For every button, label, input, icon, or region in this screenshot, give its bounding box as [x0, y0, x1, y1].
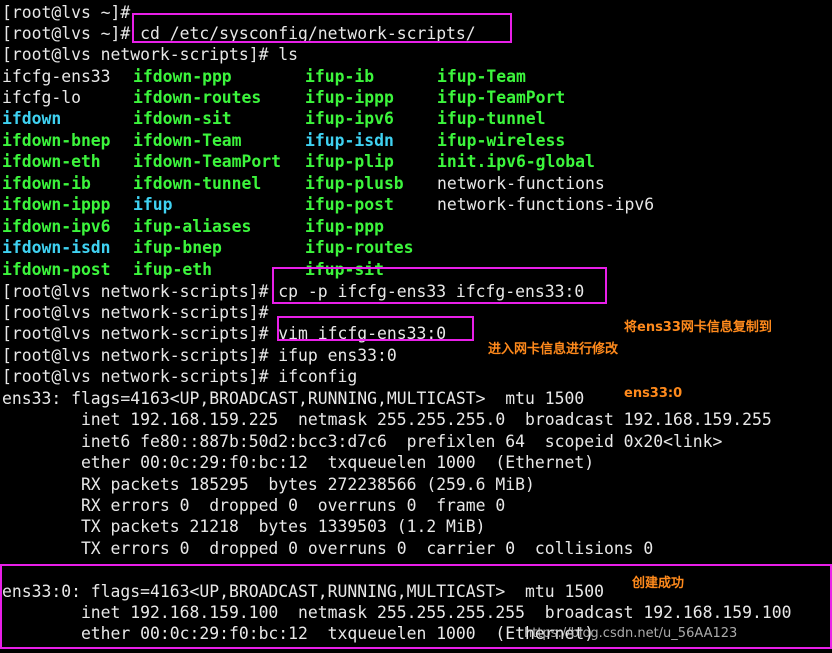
ls-entry: ifdown-ippp: [2, 195, 111, 214]
ifconfig-line: ens33:0: flags=4163<UP,BROADCAST,RUNNING…: [2, 582, 604, 601]
ls-entry: ifup-Team: [437, 67, 526, 86]
terminal-line: [root@lvs network-scripts]# ls: [2, 45, 299, 64]
copy-note: 将ens33网卡信息复制到 ens33:0: [624, 273, 772, 427]
ls-entry: ifcfg-ens33: [2, 67, 111, 86]
ls-entry: ifup-TeamPort: [437, 88, 566, 107]
ls-entry: ifup-sit: [305, 260, 384, 279]
ifconfig-line: ether 00:0c:29:f0:bc:12 txqueuelen 1000 …: [2, 624, 595, 643]
terminal-line: [root@lvs network-scripts]# cp -p ifcfg-…: [2, 282, 585, 301]
terminal-line: [root@lvs network-scripts]# vim ifcfg-en…: [2, 324, 447, 343]
ls-entry: ifdown-TeamPort: [133, 152, 282, 171]
copy-note-line1: 将ens33网卡信息复制到: [624, 320, 772, 335]
terminal-line: [root@lvs network-scripts]# ifconfig: [2, 367, 358, 386]
ls-entry: ifup-wireless: [437, 131, 566, 150]
ifconfig-line: TX packets 21218 bytes 1339503 (1.2 MiB): [2, 517, 486, 536]
ls-entry: ifup-plip: [305, 152, 394, 171]
watermark: https://blog.csdn.net/u_56AA123: [524, 626, 738, 641]
ls-entry: ifup-ippp: [305, 88, 394, 107]
ls-entry: ifdown-ppp: [133, 67, 232, 86]
ls-entry: ifdown-sit: [133, 109, 232, 128]
ls-entry: ifdown-eth: [2, 152, 101, 171]
ls-entry: ifup-aliases: [133, 217, 252, 236]
ls-entry: ifdown: [2, 109, 62, 128]
ls-entry: network-functions: [437, 174, 605, 193]
ls-entry: ifup-bnep: [133, 238, 222, 257]
ls-entry: ifdown-tunnel: [133, 174, 262, 193]
ifconfig-line: TX errors 0 dropped 0 overruns 0 carrier…: [2, 539, 654, 558]
ls-entry: ifup: [133, 195, 173, 214]
terminal-line: [root@lvs ~]#: [2, 3, 131, 22]
created-note: 创建成功: [632, 576, 685, 591]
ls-entry: ifdown-Team: [133, 131, 242, 150]
edit-note: 进入网卡信息进行修改: [488, 342, 619, 357]
terminal-line: [root@lvs network-scripts]#: [2, 303, 269, 322]
copy-note-line2: ens33:0: [624, 386, 683, 401]
ls-entry: ifup-routes: [305, 238, 414, 257]
ls-entry: ifup-ib: [305, 67, 375, 86]
ls-entry: ifup-ipv6: [305, 109, 394, 128]
ls-entry: ifdown-bnep: [2, 131, 111, 150]
ifconfig-line: inet 192.168.159.100 netmask 255.255.255…: [2, 603, 792, 622]
ls-entry: ifup-isdn: [305, 131, 394, 150]
ls-entry: ifdown-ipv6: [2, 217, 111, 236]
ls-entry: init.ipv6-global: [437, 152, 595, 171]
ls-entry: ifdown-ib: [2, 174, 91, 193]
ls-entry: network-functions-ipv6: [437, 195, 655, 214]
ls-entry: ifcfg-lo: [2, 88, 81, 107]
ifconfig-line: ens33: flags=4163<UP,BROADCAST,RUNNING,M…: [2, 389, 585, 408]
ls-entry: ifdown-post: [2, 260, 111, 279]
ls-entry: ifup-ppp: [305, 217, 384, 236]
ls-entry: ifup-tunnel: [437, 109, 546, 128]
terminal-line: [root@lvs network-scripts]# ifup ens33:0: [2, 346, 397, 365]
ls-entry: ifup-post: [305, 195, 394, 214]
ifconfig-line: ether 00:0c:29:f0:bc:12 txqueuelen 1000 …: [2, 453, 595, 472]
ls-entry: ifdown-isdn: [2, 238, 111, 257]
ls-entry: ifup-plusb: [305, 174, 404, 193]
ifconfig-line: RX packets 185295 bytes 272238566 (259.6…: [2, 475, 535, 494]
ifconfig-line: inet6 fe80::887b:50d2:bcc3:d7c6 prefixle…: [2, 432, 723, 451]
terminal-line: [root@lvs ~]# cd /etc/sysconfig/network-…: [2, 24, 476, 43]
ls-entry: ifup-eth: [133, 260, 212, 279]
ifconfig-line: RX errors 0 dropped 0 overruns 0 frame 0: [2, 496, 506, 515]
ls-entry: ifdown-routes: [133, 88, 262, 107]
